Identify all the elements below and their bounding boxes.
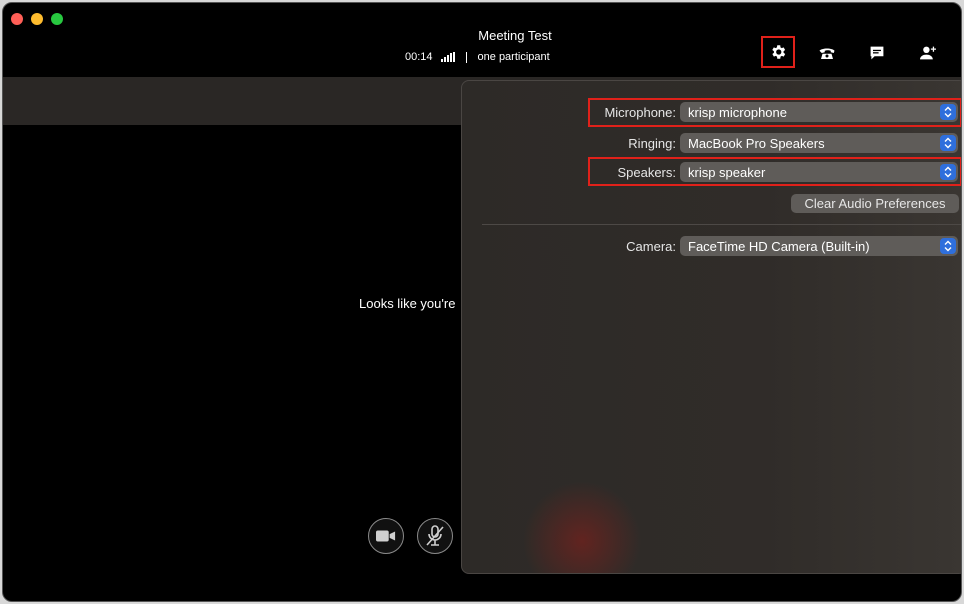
participant-count: one participant xyxy=(477,51,550,63)
ringing-row: Ringing: MacBook Pro Speakers xyxy=(462,133,961,155)
call-status: 00:14 one participant xyxy=(405,51,550,63)
meeting-title: Meeting Test xyxy=(478,28,552,43)
minimize-window-button[interactable] xyxy=(31,13,43,25)
camera-icon xyxy=(376,530,396,542)
gear-icon xyxy=(772,45,786,59)
ringing-value: MacBook Pro Speakers xyxy=(688,136,825,151)
camera-value: FaceTime HD Camera (Built-in) xyxy=(688,239,870,254)
add-user-icon xyxy=(920,46,936,60)
camera-select[interactable]: FaceTime HD Camera (Built-in) xyxy=(680,236,958,256)
camera-row: Camera: FaceTime HD Camera (Built-in) xyxy=(462,236,961,258)
call-timer: 00:14 xyxy=(405,51,433,63)
chat-icon xyxy=(870,46,884,60)
clear-audio-preferences-button[interactable]: Clear Audio Preferences xyxy=(791,194,959,213)
mic-muted-icon xyxy=(426,525,444,546)
settings-panel: Microphone: krisp microphone Ringing: Ma… xyxy=(461,80,961,574)
chevron-updown-icon xyxy=(940,135,956,151)
camera-label: Camera: xyxy=(626,239,676,254)
chat-button[interactable] xyxy=(863,39,891,67)
settings-button[interactable] xyxy=(761,36,795,68)
speakers-highlight xyxy=(588,157,961,186)
decorative-glow xyxy=(522,481,642,573)
signal-strength-icon xyxy=(440,52,455,62)
microphone-highlight xyxy=(588,98,961,127)
empty-state-message: Looks like you're xyxy=(359,296,456,311)
ringing-select[interactable]: MacBook Pro Speakers xyxy=(680,133,958,153)
toggle-video-button[interactable] xyxy=(368,518,404,554)
phone-icon xyxy=(819,48,835,59)
close-window-button[interactable] xyxy=(11,13,23,25)
chevron-updown-icon xyxy=(940,238,956,254)
toggle-mic-button[interactable] xyxy=(417,518,453,554)
divider xyxy=(465,51,467,63)
maximize-window-button[interactable] xyxy=(51,13,63,25)
add-participant-button[interactable] xyxy=(914,39,942,67)
ringing-label: Ringing: xyxy=(628,136,676,151)
section-divider xyxy=(482,224,961,225)
app-window: Meeting Test 00:14 one participant Looks… xyxy=(2,2,962,602)
phone-button[interactable] xyxy=(813,39,841,67)
